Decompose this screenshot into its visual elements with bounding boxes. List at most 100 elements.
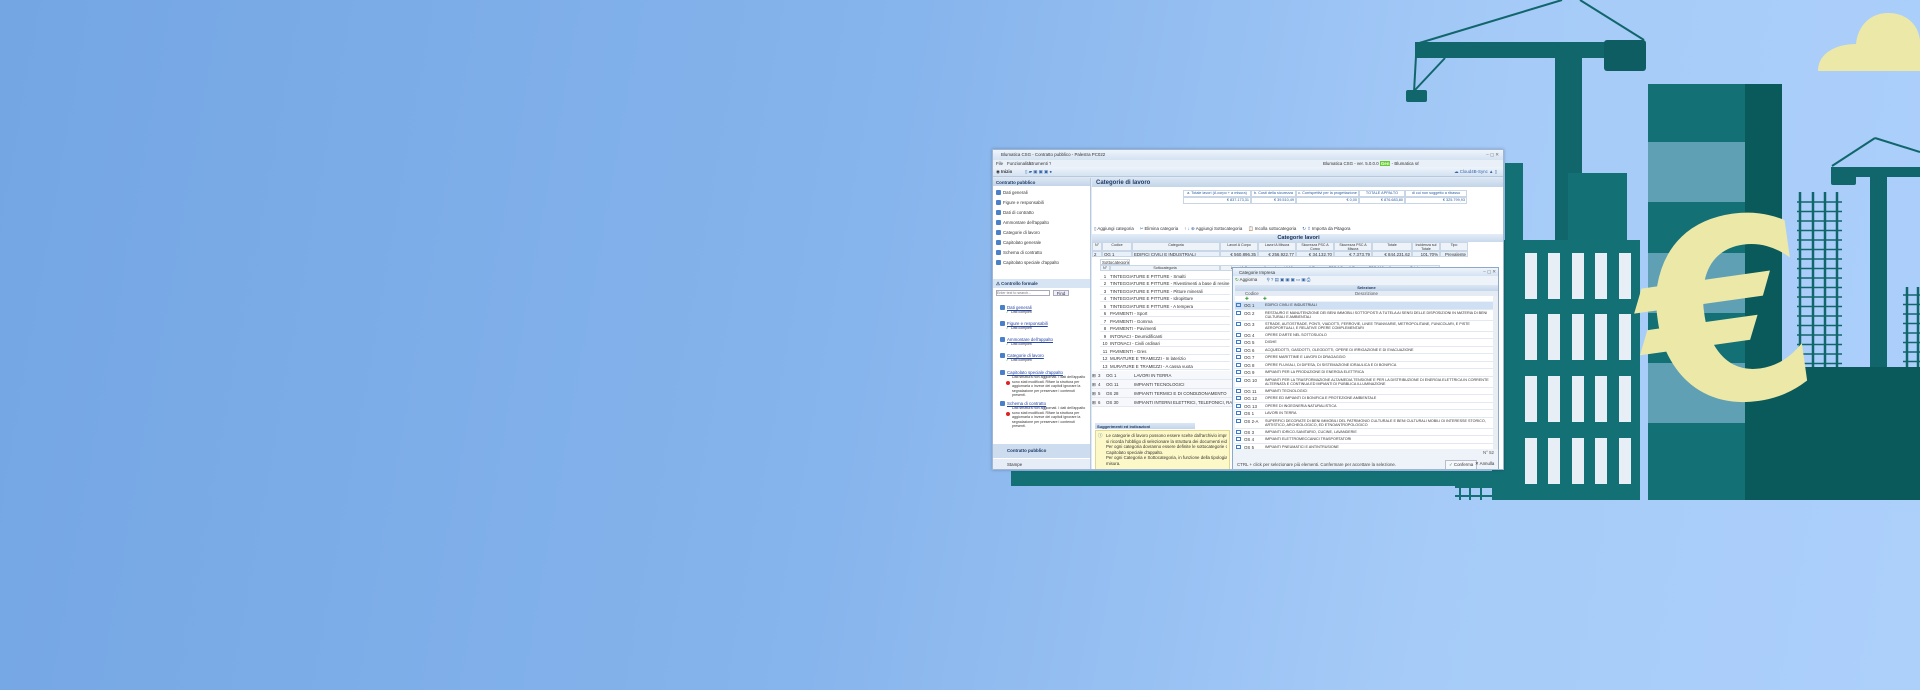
- category-list-row[interactable]: OG 8 OPERE FLUVIALI, DI DIFESA, DI SISTEM…: [1235, 362, 1493, 369]
- category-description: STRADE, AUTOSTRADE, PONTI, VIADOTTI, FER…: [1265, 321, 1470, 331]
- category-list-row[interactable]: OG 6 ACQUEDOTTI, GASDOTTI, OLEODOTTI, OPE…: [1235, 347, 1493, 354]
- contratto-pubblico-button[interactable]: Contratto pubblico: [993, 444, 1090, 458]
- category-list-row[interactable]: OS 3 IMPIANTI IDRICO-SANITARIO, CUCINE, L…: [1235, 429, 1493, 436]
- subcategory-row[interactable]: 11 PAVIMENTI - Gres: [1100, 347, 1230, 355]
- action-icon: 📋: [1248, 226, 1254, 231]
- tips-box: ⓘ Le categorie di lavoro possono essere s…: [1095, 430, 1230, 469]
- menu-strumenti[interactable]: Strumenti: [1029, 161, 1048, 166]
- menu-funzionalita[interactable]: Funzionalità: [1007, 161, 1031, 166]
- sidebar-item[interactable]: Figure e responsabili: [996, 200, 1044, 206]
- column-header[interactable]: Codice: [1102, 241, 1132, 251]
- action-button[interactable]: ↑ ↓ ⊕Aggiungi Sottocategoria: [1184, 226, 1242, 231]
- category-list-row[interactable]: OG 5 DIGHE: [1235, 339, 1493, 347]
- scrollbar[interactable]: [1493, 296, 1498, 449]
- dialog-tool-icons[interactable]: ⚲ ? ▤ ▣ ▣ ▣ ▭ ▣ ⎙: [1266, 277, 1310, 282]
- column-header[interactable]: Sicurezza PSC A Misura: [1334, 241, 1372, 251]
- category-list-row[interactable]: OG 3 STRADE, AUTOSTRADE, PONTI, VIADOTTI,…: [1235, 321, 1493, 332]
- grid-cell[interactable]: 2: [1092, 251, 1102, 257]
- category-row[interactable]: ⊞ 6 OS 30 IMPIANTI INTERNI ELETTRICI, TELEF…: [1092, 398, 1232, 407]
- column-header[interactable]: Incidenza sul Totale: [1412, 241, 1440, 251]
- sidebar-item[interactable]: Capitolato generale: [996, 240, 1041, 246]
- subcategory-row[interactable]: 5 TINTEGGIATURE E PITTURE - A tempera: [1100, 302, 1230, 310]
- category-list-row[interactable]: OS 2-A SUPERFICI DECORATE DI BENI IMMOBIL…: [1235, 418, 1493, 429]
- column-header[interactable]: Lavori A Corpo: [1220, 241, 1258, 251]
- print-button[interactable]: Stampe: [993, 459, 1090, 469]
- action-button[interactable]: ▯Aggiungi categoria: [1094, 226, 1134, 231]
- category-list-row[interactable]: OS 5 IMPIANTI PNEUMATICI E ANTINTRUSIONE: [1235, 444, 1493, 449]
- toolbar-icons[interactable]: ▯ ▰ ▣ ▣ ▣ ●: [1025, 169, 1052, 175]
- action-button[interactable]: 📋Incolla sottocategoria: [1248, 226, 1296, 231]
- grid-cell[interactable]: € 256.922,77: [1258, 251, 1296, 257]
- category-list-row[interactable]: OS 1 LAVORI IN TERRA: [1235, 410, 1493, 418]
- sidebar-item[interactable]: Categorie di lavoro: [996, 230, 1040, 236]
- grid-cell[interactable]: Prevalente: [1440, 251, 1468, 257]
- subcategory-row[interactable]: 12 MURATURE E TRAMEZZI - In laterizio: [1100, 355, 1230, 362]
- grid-cell[interactable]: 101,70%: [1412, 251, 1440, 257]
- action-button[interactable]: ↻ ⇪Importa da Pitagora: [1302, 226, 1350, 231]
- subcategory-row[interactable]: 9 INTONACI - Deumidificanti: [1100, 332, 1230, 340]
- category-code: OG 11: [1244, 388, 1257, 394]
- dialog-controls[interactable]: ‒ ▢ ✕: [1483, 269, 1496, 275]
- window-pane: [1595, 314, 1607, 360]
- check-item: Schema di contratto Dati struttura non ag…: [996, 401, 1088, 428]
- subcategory-row[interactable]: 1 TINTEGGIATURE E PITTURE - Smalti: [1100, 272, 1230, 280]
- category-list-row[interactable]: OG 1 EDIFICI CIVILI E INDUSTRIALI: [1235, 302, 1493, 310]
- sub-column-header[interactable]: N°: [1100, 265, 1110, 271]
- category-list-row[interactable]: OG 12 OPERE ED IMPIANTI DI BONIFICA E PRO…: [1235, 395, 1493, 403]
- sidebar-item[interactable]: Schema di contratto: [996, 250, 1042, 256]
- category-list-row[interactable]: OG 10 IMPIANTI PER LA TRASFORMAZIONE ALTA…: [1235, 377, 1493, 388]
- window-controls[interactable]: ‒ ▢ ✕: [1486, 152, 1499, 158]
- subcategory-row[interactable]: 8 PAVIMENTI - Pavimenti: [1100, 325, 1230, 332]
- subcategory-row[interactable]: 2 TINTEGGIATURE E PITTURE - Rivestimenti …: [1100, 280, 1230, 287]
- sidebar-item[interactable]: Capitolato speciale d'appalto: [996, 260, 1059, 266]
- sidebar-item[interactable]: Dati generali: [996, 190, 1028, 196]
- subcategory-row[interactable]: 6 PAVIMENTI - Sport: [1100, 310, 1230, 317]
- category-list-row[interactable]: OG 11 IMPIANTI TECNOLOGICI: [1235, 388, 1493, 395]
- column-header[interactable]: Sicurezza PSC A Corpo: [1296, 241, 1334, 251]
- subcategory-row[interactable]: 3 TINTEGGIATURE E PITTURE - Pitture miner…: [1100, 287, 1230, 295]
- category-row[interactable]: ⊞ 4 OG 11 IMPIANTI TECNOLOGICI: [1092, 380, 1232, 389]
- sidebar-item[interactable]: Ammontare dell'appalto: [996, 220, 1049, 226]
- action-button[interactable]: ✂Elimina categoria: [1140, 226, 1178, 231]
- menu-help[interactable]: ?: [1049, 161, 1051, 166]
- column-header[interactable]: Categoria: [1132, 241, 1220, 251]
- category-list-row[interactable]: OG 4 OPERE D'ARTE NEL SOTTOSUOLO: [1235, 332, 1493, 339]
- search-input[interactable]: [996, 290, 1050, 296]
- column-header[interactable]: Tipo: [1440, 241, 1468, 251]
- find-button[interactable]: Find: [1053, 290, 1069, 296]
- subcategory-name: TINTEGGIATURE E PITTURE - Pitture minera…: [1110, 288, 1203, 294]
- category-description: OPERE DI INGEGNERIA NATURALISTICA: [1265, 403, 1337, 408]
- category-list-row[interactable]: OG 7 OPERE MARITTIME E LAVORI DI DRAGAGGI…: [1235, 354, 1493, 362]
- cloud-sync-button[interactable]: ☁ Cloud4B-Sync ▲ ▯: [1454, 169, 1497, 175]
- sub-column-header[interactable]: Sottocategoria: [1110, 265, 1220, 271]
- grid-cell[interactable]: OG 1: [1102, 251, 1132, 257]
- category-row[interactable]: ⊞ 3 OG 1 LAVORI IN TERRA: [1092, 371, 1232, 380]
- category-list-row[interactable]: OS 4 IMPIANTI ELETTROMECCANICI TRASPORTAT…: [1235, 436, 1493, 444]
- subcategory-row[interactable]: 10 INTONACI - Civili ordinari: [1100, 340, 1230, 347]
- start-button[interactable]: ◉ Inizio: [996, 169, 1012, 175]
- subcategory-row[interactable]: 7 PAVIMENTI - Gomma: [1100, 317, 1230, 325]
- grid-cell[interactable]: € 7.373,79: [1334, 251, 1372, 257]
- category-list-row[interactable]: OG 9 IMPIANTI PER LA PRODUZIONE DI ENERGI…: [1235, 369, 1493, 377]
- category-list-row[interactable]: OG 2 RESTAURO E MANUTENZIONE DEI BENI IMM…: [1235, 310, 1493, 321]
- column-header[interactable]: N°: [1092, 241, 1102, 251]
- subcategory-row[interactable]: 4 TINTEGGIATURE E PITTURE - Idropitture: [1100, 295, 1230, 302]
- cancel-button[interactable]: ✕ Annulla: [1473, 460, 1496, 468]
- menu-file[interactable]: File: [996, 161, 1003, 166]
- check-icon: ✓: [1006, 326, 1010, 331]
- category-list-row[interactable]: OG 13 OPERE DI INGEGNERIA NATURALISTICA: [1235, 403, 1493, 410]
- grid-cell[interactable]: € 34.132,70: [1296, 251, 1334, 257]
- category-row[interactable]: ⊞ 5 OS 28 IMPIANTI TERMICI E DI CONDIZIONAM…: [1092, 389, 1232, 398]
- subcategory-row[interactable]: 13 MURATURE E TRAMEZZI - A cassa vuota: [1100, 362, 1230, 370]
- column-header[interactable]: Totale: [1372, 241, 1412, 251]
- refresh-button[interactable]: Aggiorna: [1240, 277, 1258, 282]
- subcategory-name: PAVIMENTI - Gres: [1110, 348, 1147, 354]
- grid-cell[interactable]: € 560.896,35: [1220, 251, 1258, 257]
- filter-row[interactable]: ✚ ✚: [1235, 296, 1498, 301]
- grid-cell[interactable]: € 844.231,62: [1372, 251, 1412, 257]
- sidebar-item[interactable]: Dati di contratto: [996, 210, 1034, 216]
- column-header[interactable]: Lavori A Misura: [1258, 241, 1296, 251]
- window-pane: [1548, 253, 1560, 299]
- check-item: Categorie di lavoro ✓ Dati completi: [996, 353, 1088, 363]
- grid-cell[interactable]: EDIFICI CIVILI E INDUSTRIALI: [1132, 251, 1220, 257]
